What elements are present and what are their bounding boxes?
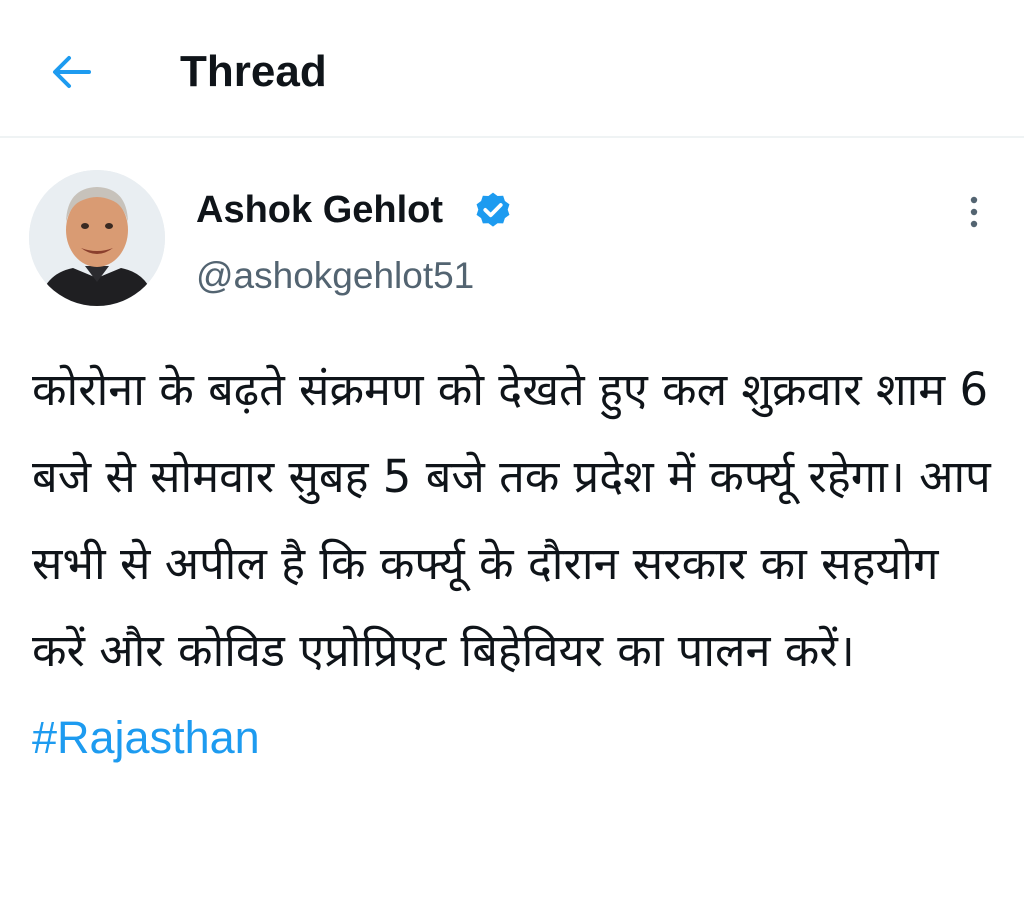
more-vertical-icon (970, 196, 978, 228)
author-name[interactable]: Ashok Gehlot (196, 188, 443, 232)
thread-header: Thread (0, 0, 1024, 138)
verified-badge-icon (476, 192, 510, 227)
page-title: Thread (180, 47, 327, 96)
more-options-button[interactable] (952, 190, 996, 234)
author-handle[interactable]: @ashokgehlot51 (196, 254, 474, 298)
avatar-image (29, 170, 165, 306)
back-button[interactable] (42, 50, 100, 94)
back-arrow-icon (53, 56, 91, 88)
tweet[interactable]: Ashok Gehlot @ashokgehlot51 कोरोना के बढ… (0, 138, 1024, 897)
avatar[interactable] (29, 170, 165, 306)
tweet-text: कोरोना के बढ़ते संक्रमण को देखते हुए कल … (32, 346, 1002, 781)
hashtag-link[interactable]: #Rajasthan (32, 712, 260, 763)
tweet-text-content: कोरोना के बढ़ते संक्रमण को देखते हुए कल … (32, 363, 991, 677)
